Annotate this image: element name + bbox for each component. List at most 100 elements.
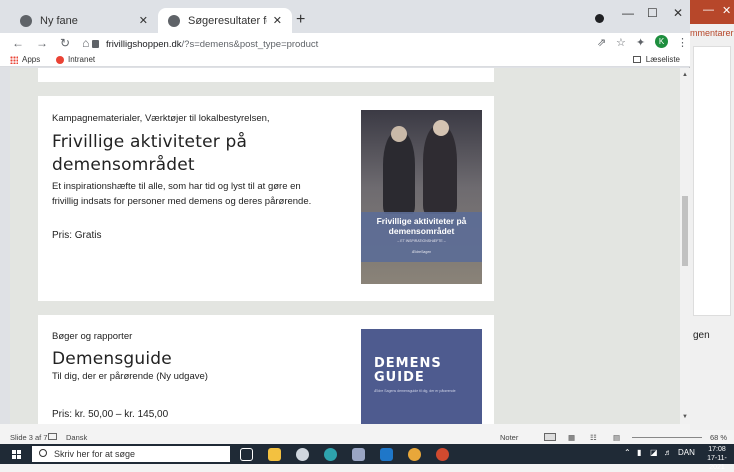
product-price: Pris: Gratis [52, 230, 102, 241]
product-price: Pris: kr. 50,00 – kr. 145,00 [52, 409, 169, 420]
zoom-slider[interactable] [632, 437, 702, 438]
notes-button[interactable]: Noter [500, 433, 518, 442]
battery-icon[interactable]: ▮ [637, 448, 641, 457]
bookmark-star-icon[interactable]: ☆ [616, 36, 626, 49]
product-title-line1[interactable]: Demensguide [52, 348, 172, 370]
product-category[interactable]: Kampagnematerialer, Værktøjer til lokalb… [52, 113, 270, 124]
scrollbar-thumb[interactable] [682, 196, 688, 266]
profile-avatar[interactable]: K [655, 35, 668, 48]
product-description-line1: Et inspirationshæfte til alle, som har t… [52, 181, 301, 192]
share-icon[interactable]: ⇗ [597, 36, 606, 49]
spellcheck-icon[interactable] [48, 433, 57, 440]
forward-arrow-icon[interactable]: → [36, 36, 48, 50]
scroll-up-arrow-icon[interactable]: ▲ [682, 72, 688, 78]
tab-label: Ny fane [40, 14, 78, 27]
minimize-window-button[interactable]: — [622, 6, 634, 20]
cover-subtitle: – ET INSPIRATIONSHÆFTE – [397, 239, 446, 243]
close-tab-icon[interactable]: ✕ [273, 14, 282, 27]
minimize-icon[interactable]: — [703, 4, 714, 16]
product-cover-image[interactable]: Frivillige aktiviteter på demensområdet … [361, 110, 482, 284]
back-arrow-icon[interactable]: ← [12, 36, 24, 50]
close-tab-icon[interactable]: ✕ [139, 14, 148, 27]
tab-strip: Ny fane ✕ Søgeresultater for "demens" – … [0, 0, 690, 33]
product-title-line1[interactable]: Frivillige aktiviteter på [52, 131, 247, 153]
reading-list-label: Læseliste [645, 55, 680, 64]
browser-window: Ny fane ✕ Søgeresultater for "demens" – … [0, 0, 690, 424]
cover-face [391, 126, 407, 142]
cover-brand: ÆldreSagen [411, 250, 432, 254]
cover-title: DEMENS GUIDE [374, 357, 442, 385]
outlook-icon[interactable] [380, 448, 393, 461]
edge-browser-icon[interactable] [324, 448, 337, 461]
task-view-icon[interactable] [240, 448, 253, 461]
volume-icon[interactable]: ♬ [664, 448, 672, 457]
app-icon[interactable] [352, 448, 365, 461]
input-language[interactable]: DAN [678, 448, 695, 457]
extensions-puzzle-icon[interactable]: ✦ [636, 36, 645, 49]
web-page-viewport: Kampagnematerialer, Værktøjer til lokalb… [10, 68, 680, 424]
slide-indicator: Slide 3 af 7 [10, 433, 48, 442]
zoom-level[interactable]: 68 % [710, 433, 727, 442]
page-scrollbar[interactable]: ▲ ▼ [680, 68, 690, 424]
product-card[interactable]: Kampagnematerialer, Værktøjer til lokalb… [38, 96, 494, 301]
cover-subtitle: Ældre Sagens demensguide til dig, der er… [374, 389, 456, 393]
windows-start-icon[interactable] [12, 450, 21, 459]
powerpoint-status-bar: Slide 3 af 7 Dansk Noter ▦ ☷ ▤ 68 % [0, 430, 734, 444]
product-card[interactable]: Bøger og rapporter Demensguide Til dig, … [38, 315, 494, 424]
file-explorer-icon[interactable] [268, 448, 281, 461]
bookmark-apps[interactable]: Apps [10, 55, 40, 64]
cover-title-line2: GUIDE [374, 370, 425, 385]
cover-face [433, 120, 449, 136]
slide-panel [693, 46, 731, 316]
url-path: /?s=demens&post_type=product [181, 38, 319, 50]
settings-gear-icon[interactable] [296, 448, 309, 461]
reading-view-icon[interactable]: ☷ [590, 433, 597, 442]
tab-new-tab[interactable]: Ny fane ✕ [10, 8, 158, 33]
taskbar-clock[interactable]: 17:08 17-11-2021 [700, 445, 734, 472]
site-favicon-icon [168, 14, 180, 27]
normal-view-icon[interactable] [544, 433, 556, 441]
maximize-window-button[interactable]: ☐ [647, 6, 658, 20]
search-placeholder: Skriv her for at søge [54, 449, 136, 459]
close-icon[interactable]: ✕ [722, 4, 731, 17]
lock-icon [92, 40, 99, 48]
cover-person-figure [383, 132, 415, 214]
scroll-down-arrow-icon[interactable]: ▼ [682, 414, 688, 420]
intranet-icon [56, 55, 64, 64]
product-cover-image[interactable]: DEMENS GUIDE Ældre Sagens demensguide ti… [361, 329, 482, 424]
more-menu-icon[interactable]: ⋮ [677, 36, 688, 49]
previous-product-card-bottom [38, 68, 494, 82]
language-indicator[interactable]: Dansk [66, 433, 87, 442]
reading-list-button[interactable]: Læseliste [632, 55, 680, 64]
tab-label: Søgeresultater for "demens" – Fr [188, 14, 267, 27]
chrome-icon [20, 14, 32, 27]
product-category[interactable]: Bøger og rapporter [52, 331, 132, 342]
clock-date: 17-11-2021 [707, 455, 727, 471]
powerpoint-taskbar-icon[interactable] [436, 448, 449, 461]
new-tab-button[interactable]: + [296, 11, 305, 29]
chrome-taskbar-icon[interactable] [408, 448, 421, 461]
media-record-icon[interactable] [595, 14, 604, 23]
product-description-line1: Til dig, der er pårørende (Ny udgave) [52, 371, 208, 382]
product-description-line2: frivillig indsats for personer med demen… [52, 196, 312, 207]
tray-overflow-icon[interactable]: ⌃ [624, 448, 631, 457]
powerpoint-titlebar: — ✕ [690, 0, 734, 24]
cover-title: Frivillige aktiviteter på demensområdet [376, 216, 467, 236]
bookmark-label: Apps [22, 55, 41, 64]
close-window-button[interactable]: ✕ [673, 6, 683, 20]
slideshow-icon[interactable]: ▤ [613, 433, 620, 442]
bookmark-label: Intranet [68, 55, 96, 64]
apps-grid-icon [10, 55, 18, 64]
comments-button[interactable]: mmentarer [690, 28, 734, 44]
tab-search-results[interactable]: Søgeresultater for "demens" – Fr ✕ [158, 8, 292, 33]
address-bar[interactable]: frivilligshoppen.dk/?s=demens&post_type=… [92, 36, 587, 52]
home-icon[interactable]: ⌂ [82, 36, 89, 50]
taskbar-search-box[interactable]: Skriv her for at søge [32, 446, 230, 462]
slide-sorter-icon[interactable]: ▦ [568, 433, 575, 442]
clock-time: 17:08 [708, 446, 726, 453]
network-icon[interactable]: ◪ [650, 448, 658, 457]
bookmarks-bar: Apps Intranet Læseliste [0, 53, 690, 67]
reload-icon[interactable]: ↻ [60, 36, 70, 50]
bookmark-intranet[interactable]: Intranet [56, 55, 95, 64]
product-title-line2[interactable]: demensområdet [52, 154, 195, 176]
